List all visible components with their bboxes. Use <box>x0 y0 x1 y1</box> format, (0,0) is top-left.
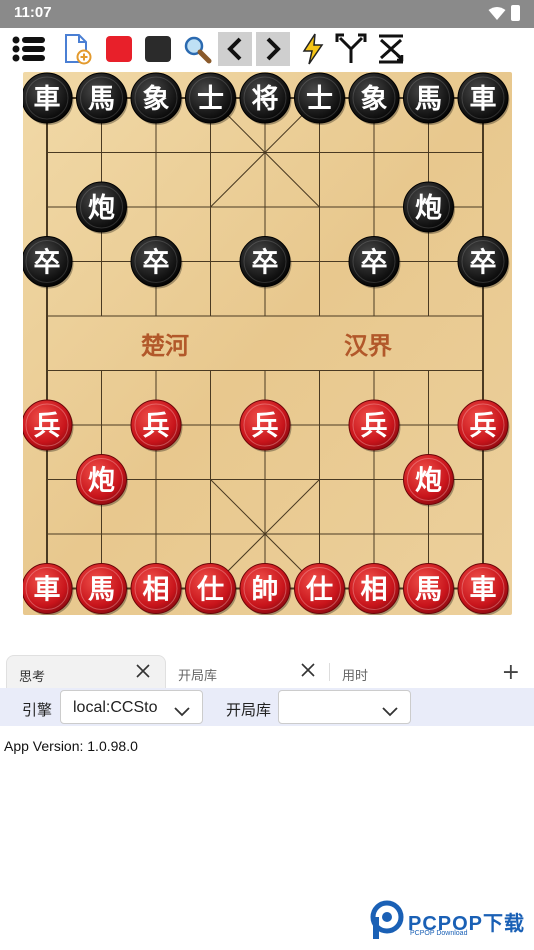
black-square-icon[interactable] <box>141 32 175 66</box>
chevron-down-icon <box>382 702 398 721</box>
piece-label: 象 <box>143 83 170 115</box>
piece-label: 卒 <box>143 247 170 279</box>
chevron-right-icon[interactable] <box>256 32 290 66</box>
battery-icon <box>511 5 520 21</box>
status-time: 11:07 <box>14 4 52 21</box>
chevron-down-icon <box>174 702 190 721</box>
tab-time[interactable]: 用时 <box>330 655 450 689</box>
piece-label: 兵 <box>143 411 170 442</box>
piece-label: 士 <box>197 84 224 115</box>
add-tab-icon[interactable]: + <box>502 660 520 685</box>
piece-label: 帥 <box>252 575 279 606</box>
close-icon[interactable] <box>300 662 316 681</box>
river-right-label: 汉界 <box>344 332 392 360</box>
piece-label: 仕 <box>196 575 224 606</box>
piece-label: 象 <box>361 83 388 115</box>
opening-book-label: 开局库 <box>226 702 272 719</box>
new-document-icon[interactable] <box>60 32 94 66</box>
watermark-logo: PCPOP下载 PCPOP Download <box>370 900 534 944</box>
pcpop-logo-icon <box>370 900 404 939</box>
river-left-label: 楚河 <box>141 332 189 360</box>
lightning-icon[interactable] <box>296 32 330 66</box>
menu-list-icon[interactable] <box>12 32 46 66</box>
tab-thinking[interactable]: 思考 <box>6 655 166 689</box>
opening-book-select[interactable] <box>278 690 411 724</box>
close-icon[interactable] <box>135 663 151 682</box>
piece-label: 車 <box>34 575 61 606</box>
magnifier-icon[interactable] <box>180 32 214 66</box>
tab-time-label: 用时 <box>342 668 369 683</box>
piece-label: 馬 <box>415 84 442 115</box>
tab-opening-book[interactable]: 开局库 <box>166 655 330 689</box>
wifi-icon <box>488 6 506 25</box>
piece-label: 卒 <box>470 247 497 279</box>
toolbar <box>0 30 534 70</box>
piece-label: 馬 <box>88 84 115 115</box>
piece-label: 兵 <box>470 411 497 442</box>
chevron-left-icon[interactable] <box>218 32 252 66</box>
piece-label: 相 <box>361 575 388 606</box>
engine-select[interactable]: local:CCSto <box>60 690 203 724</box>
engine-bar: 引擎 local:CCSto 开局库 <box>0 688 534 726</box>
piece-label: 馬 <box>415 575 442 606</box>
panel-tabs: 思考 开局库 用时 + <box>0 652 534 690</box>
piece-label: 兵 <box>361 411 388 442</box>
flip-board-icon[interactable] <box>374 32 408 66</box>
tab-opening-book-label: 开局库 <box>178 668 218 683</box>
piece-label: 卒 <box>252 247 279 279</box>
piece-label: 兵 <box>34 411 61 442</box>
piece-label: 将 <box>252 84 279 115</box>
tab-thinking-label: 思考 <box>19 669 46 684</box>
red-square-icon[interactable] <box>102 32 136 66</box>
piece-label: 仕 <box>305 575 333 606</box>
piece-label: 卒 <box>361 247 388 279</box>
app-version-text: App Version: 1.0.98.0 <box>4 738 138 754</box>
watermark-subtext: PCPOP Download <box>410 930 468 937</box>
piece-label: 炮 <box>415 465 442 497</box>
engine-label: 引擎 <box>22 702 53 719</box>
branch-icon[interactable] <box>334 32 368 66</box>
piece-label: 馬 <box>88 575 115 606</box>
status-bar: 11:07 <box>0 0 534 28</box>
piece-label: 車 <box>470 84 497 115</box>
xiangqi-board[interactable]: 楚河 汉界 車馬象士将士象馬車炮炮卒卒卒卒卒兵兵兵兵兵炮炮車馬相仕帥仕相馬車 <box>23 72 512 615</box>
piece-label: 車 <box>470 575 497 606</box>
piece-label: 兵 <box>252 411 279 442</box>
piece-label: 炮 <box>88 465 115 497</box>
piece-label: 相 <box>143 575 170 606</box>
piece-label: 炮 <box>415 192 442 224</box>
piece-label: 卒 <box>34 247 61 279</box>
engine-select-value: local:CCSto <box>73 699 158 716</box>
piece-label: 士 <box>306 84 333 115</box>
piece-label: 車 <box>34 84 61 115</box>
piece-label: 炮 <box>88 192 115 224</box>
